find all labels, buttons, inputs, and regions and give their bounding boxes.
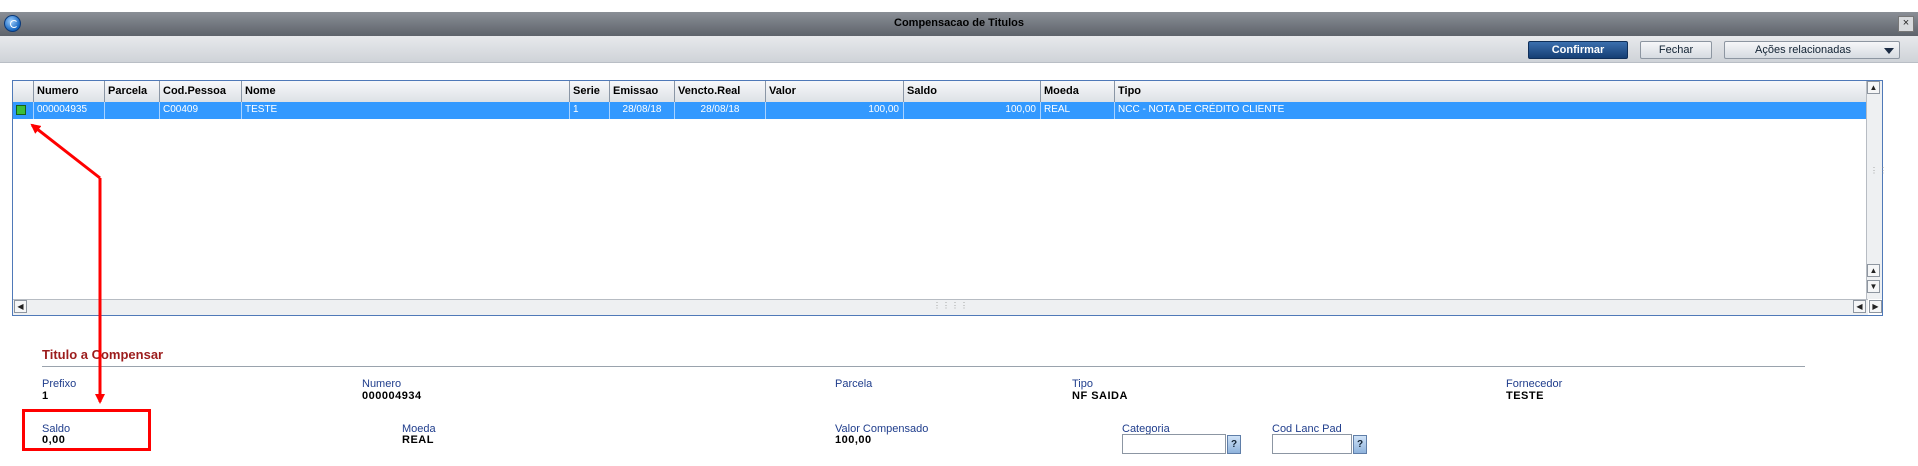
row-status-marker-icon: [16, 105, 26, 115]
cell-moeda[interactable]: REAL: [1041, 102, 1115, 119]
moeda-value: REAL: [402, 434, 434, 446]
vertical-scrollbar[interactable]: ▲ ⋮⋮ ▲ ▼: [1866, 81, 1887, 299]
cell-valor[interactable]: 100,00: [766, 102, 904, 119]
col-header-valor[interactable]: Valor: [766, 81, 904, 102]
fechar-button[interactable]: Fechar: [1640, 41, 1712, 59]
prefixo-value: 1: [42, 390, 49, 402]
confirm-button[interactable]: Confirmar: [1528, 41, 1628, 59]
titles-grid: Numero Parcela Cod.Pessoa Nome Serie Emi…: [12, 80, 1887, 316]
col-header-numero[interactable]: Numero: [34, 81, 105, 102]
scroll-down-icon[interactable]: ▼: [1867, 280, 1880, 293]
numero-label: Numero: [362, 378, 402, 390]
cod-lanc-pad-lookup-icon[interactable]: ?: [1353, 435, 1367, 454]
scroll-left-icon[interactable]: ◀: [14, 300, 27, 313]
window-titlebar: Compensacao de Titulos ×: [0, 12, 1918, 36]
chevron-down-icon: [1884, 48, 1894, 54]
horizontal-scrollbar[interactable]: ◀ ⋮⋮⋮⋮ ◀: [13, 299, 1868, 315]
related-actions-dropdown[interactable]: Ações relacionadas: [1724, 41, 1900, 59]
cell-emissao[interactable]: 28/08/18: [610, 102, 675, 119]
categoria-input[interactable]: [1122, 434, 1226, 454]
col-header-cod-pessoa[interactable]: Cod.Pessoa: [160, 81, 242, 102]
col-header-saldo[interactable]: Saldo: [904, 81, 1041, 102]
valor-compensado-value: 100,00: [835, 434, 872, 446]
cell-parcela[interactable]: [105, 102, 160, 119]
cell-numero[interactable]: 000004935: [34, 102, 105, 119]
scroll-grip-icon: ⋮⋮: [1870, 166, 1888, 175]
col-header-moeda[interactable]: Moeda: [1041, 81, 1115, 102]
section-divider: [42, 366, 1805, 367]
fornecedor-value: TESTE: [1506, 390, 1544, 402]
cell-vencto-real[interactable]: 28/08/18: [675, 102, 766, 119]
close-window-button[interactable]: ×: [1898, 16, 1914, 32]
action-toolbar: Confirmar Fechar Ações relacionadas: [0, 36, 1918, 63]
parcela-label: Parcela: [835, 378, 873, 390]
col-header-nome[interactable]: Nome: [242, 81, 570, 102]
col-header-emissao[interactable]: Emissao: [610, 81, 675, 102]
scroll-left-end-icon[interactable]: ◀: [1853, 300, 1866, 313]
cell-nome[interactable]: TESTE: [242, 102, 570, 119]
grid-header-marker-col: [13, 81, 34, 102]
cell-cod-pessoa[interactable]: C00409: [160, 102, 242, 119]
prefixo-label: Prefixo: [42, 378, 77, 390]
col-header-parcela[interactable]: Parcela: [105, 81, 160, 102]
section-title: Titulo a Compensar: [42, 347, 164, 362]
scroll-up-small-icon[interactable]: ▲: [1867, 264, 1880, 277]
related-actions-label: Ações relacionadas: [1755, 44, 1852, 56]
col-header-serie[interactable]: Serie: [570, 81, 610, 102]
tipo-label: Tipo: [1072, 378, 1093, 390]
cod-lanc-pad-input[interactable]: [1272, 434, 1352, 454]
fornecedor-label: Fornecedor: [1506, 378, 1563, 390]
saldo-highlight-box: [22, 409, 151, 451]
col-header-tipo[interactable]: Tipo: [1115, 81, 1870, 102]
col-header-vencto-real[interactable]: Vencto.Real: [675, 81, 766, 102]
window-title: Compensacao de Titulos: [894, 17, 1024, 29]
grid-header: Numero Parcela Cod.Pessoa Nome Serie Emi…: [13, 81, 1870, 103]
numero-value: 000004934: [362, 390, 422, 402]
table-row[interactable]: 000004935 C00409 TESTE 1 28/08/18 28/08/…: [13, 102, 1869, 119]
row-marker-cell[interactable]: [13, 102, 34, 119]
tipo-value: NF SAIDA: [1072, 390, 1128, 402]
cell-tipo[interactable]: NCC - NOTA DE CRÉDITO CLIENTE: [1115, 102, 1869, 119]
scroll-up-icon[interactable]: ▲: [1867, 81, 1880, 94]
categoria-lookup-icon[interactable]: ?: [1227, 435, 1241, 454]
cell-saldo[interactable]: 100,00: [904, 102, 1041, 119]
hscroll-grip-icon: ⋮⋮⋮⋮: [933, 301, 969, 310]
cell-serie[interactable]: 1: [570, 102, 610, 119]
scroll-right-icon[interactable]: ▶: [1869, 300, 1882, 313]
